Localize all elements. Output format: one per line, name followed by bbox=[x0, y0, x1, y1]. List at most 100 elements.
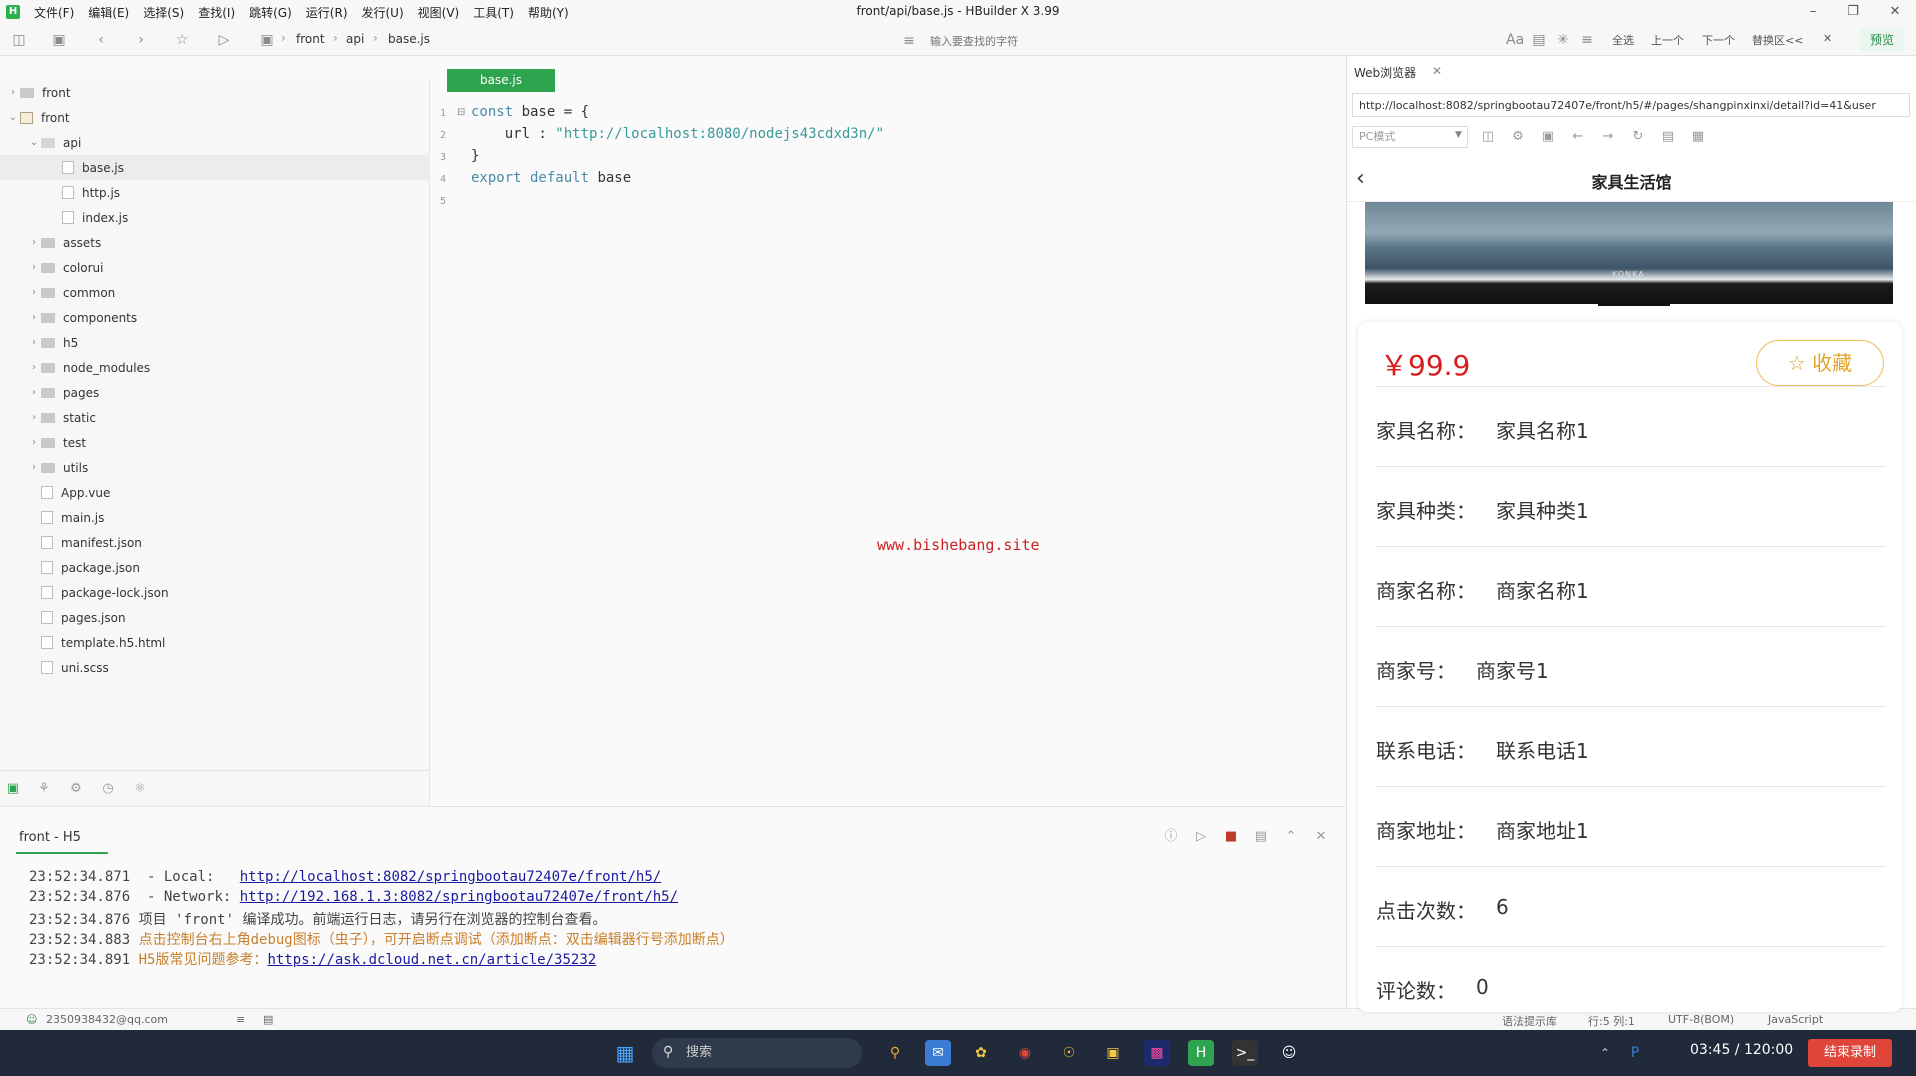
menu-item[interactable]: 编辑(E) bbox=[88, 4, 129, 21]
tree-item[interactable]: › h5 bbox=[0, 330, 430, 355]
taskbar-search[interactable]: 搜索 bbox=[652, 1038, 862, 1068]
tree-expand-icon[interactable]: › bbox=[27, 437, 41, 448]
match-case-icon[interactable]: Aa bbox=[1506, 31, 1524, 49]
tray-app-icon[interactable]: P bbox=[1622, 1040, 1648, 1066]
lock-icon[interactable]: ▤ bbox=[1659, 128, 1677, 146]
tree-item[interactable]: ⌄ api bbox=[0, 130, 430, 155]
tree-item[interactable]: › common bbox=[0, 280, 430, 305]
tree-item[interactable]: › test bbox=[0, 430, 430, 455]
chrome-icon[interactable]: ☉ bbox=[1056, 1040, 1082, 1066]
tree-item[interactable]: › pages bbox=[0, 380, 430, 405]
tree-expand-icon[interactable]: › bbox=[27, 337, 41, 348]
save-icon[interactable]: ▣ bbox=[50, 31, 68, 49]
stop-icon[interactable]: ■ bbox=[1222, 828, 1240, 846]
tree-item[interactable]: › static bbox=[0, 405, 430, 430]
chevron-down-icon[interactable]: ▼ bbox=[1455, 130, 1462, 140]
log-link[interactable]: https://ask.dcloud.net.cn/article/35232 bbox=[267, 952, 596, 968]
refresh-icon[interactable]: ↻ bbox=[1629, 128, 1647, 146]
debug-icon[interactable]: ⚙ bbox=[67, 780, 85, 798]
line-number[interactable]: 2 bbox=[440, 130, 446, 141]
tree-expand-icon[interactable]: › bbox=[6, 87, 20, 98]
editor-tab-base-js[interactable]: base.js bbox=[447, 69, 555, 92]
back-icon[interactable]: ← bbox=[1569, 128, 1587, 146]
list-view-icon[interactable]: ≡ bbox=[236, 1013, 245, 1026]
hbuilder-app-icon[interactable]: H bbox=[1188, 1040, 1214, 1066]
user-account[interactable]: 2350938432@qq.com bbox=[46, 1013, 168, 1026]
tree-item[interactable]: App.vue bbox=[0, 480, 430, 505]
line-number[interactable]: 4 bbox=[440, 174, 446, 185]
mode-select[interactable]: PC模式 bbox=[1352, 126, 1468, 148]
windows-start-icon[interactable]: ▦ bbox=[612, 1040, 638, 1066]
forward-icon[interactable]: → bbox=[1599, 128, 1617, 146]
code-line[interactable]: url : "http://localhost:8080/nodejs43cdx… bbox=[471, 126, 884, 148]
tree-expand-icon[interactable]: › bbox=[27, 412, 41, 423]
tree-item[interactable]: package.json bbox=[0, 555, 430, 580]
tree-expand-icon[interactable]: › bbox=[27, 262, 41, 273]
log-link[interactable]: http://192.168.1.3:8082/springbootau7240… bbox=[240, 889, 678, 905]
tree-item[interactable]: base.js bbox=[0, 155, 430, 180]
line-number[interactable]: 1 bbox=[440, 108, 446, 119]
fold-icon[interactable]: ⊟ bbox=[457, 107, 465, 118]
list-icon[interactable]: ≡ bbox=[1578, 31, 1596, 49]
forward-arrow-icon[interactable]: › bbox=[132, 31, 150, 49]
console-tab[interactable]: front - H5 bbox=[19, 830, 81, 845]
tree-item[interactable]: pages.json bbox=[0, 605, 430, 630]
tree-item[interactable]: › utils bbox=[0, 455, 430, 480]
tree-item[interactable]: uni.scss bbox=[0, 655, 430, 680]
info-icon[interactable]: ⓘ bbox=[1162, 828, 1180, 846]
line-number[interactable]: 5 bbox=[440, 196, 446, 207]
chevron-up-icon[interactable]: ⌃ bbox=[1282, 828, 1300, 846]
favorite-button[interactable]: ☆ 收藏 bbox=[1756, 340, 1884, 386]
plugin-icon[interactable]: ⚘ bbox=[35, 780, 53, 798]
whole-word-icon[interactable]: ▤ bbox=[1530, 31, 1548, 49]
run-icon[interactable]: ▷ bbox=[215, 31, 233, 49]
menu-item[interactable]: 文件(F) bbox=[34, 4, 74, 21]
menu-item[interactable]: 选择(S) bbox=[143, 4, 184, 21]
url-input[interactable] bbox=[1352, 93, 1910, 117]
find-input[interactable] bbox=[930, 32, 1330, 50]
stop-recording-button[interactable]: 结束录制 bbox=[1808, 1039, 1892, 1067]
mail-app-icon[interactable]: ✉ bbox=[925, 1040, 951, 1066]
code-line[interactable]: const base = { bbox=[471, 104, 589, 126]
tree-item[interactable]: http.js bbox=[0, 180, 430, 205]
file-explorer-icon[interactable]: ▣ bbox=[1100, 1040, 1126, 1066]
back-arrow-icon[interactable]: ‹ bbox=[92, 31, 110, 49]
tree-expand-icon[interactable]: ⌄ bbox=[6, 112, 20, 123]
user-icon[interactable]: ☺ bbox=[26, 1013, 37, 1026]
tree-expand-icon[interactable]: ⌄ bbox=[27, 137, 41, 148]
grid-icon[interactable]: ▦ bbox=[1689, 128, 1707, 146]
tree-item[interactable]: › node_modules bbox=[0, 355, 430, 380]
tree-item[interactable]: › assets bbox=[0, 230, 430, 255]
close-tab-icon[interactable]: ✕ bbox=[1432, 64, 1442, 78]
regex-icon[interactable]: ✳ bbox=[1554, 31, 1572, 49]
find-next-button[interactable]: 下一个 bbox=[1702, 32, 1735, 48]
code-editor[interactable] bbox=[431, 56, 1345, 806]
tree-item[interactable]: › colorui bbox=[0, 255, 430, 280]
code-line[interactable]: export default base bbox=[471, 170, 631, 192]
folder-icon[interactable]: ▣ bbox=[4, 780, 22, 798]
browser-app-icon[interactable]: ◉ bbox=[1012, 1040, 1038, 1066]
minimize-button[interactable]: – bbox=[1798, 2, 1828, 22]
tree-expand-icon[interactable]: › bbox=[27, 362, 41, 373]
tree-expand-icon[interactable]: › bbox=[27, 312, 41, 323]
replace-toggle-button[interactable]: 替换区<< bbox=[1752, 32, 1803, 48]
menu-item[interactable]: 查找(I) bbox=[198, 4, 235, 21]
menu-item[interactable]: 帮助(Y) bbox=[528, 4, 569, 21]
close-window-button[interactable]: ✕ bbox=[1880, 2, 1910, 22]
code-line[interactable]: } bbox=[471, 148, 479, 170]
ide-app-icon[interactable]: ▩ bbox=[1144, 1040, 1170, 1066]
breadcrumb-base-js[interactable]: base.js bbox=[388, 32, 430, 46]
terminal-app-icon[interactable]: >_ bbox=[1232, 1040, 1258, 1066]
breadcrumb-api[interactable]: api bbox=[346, 32, 364, 46]
tree-item[interactable]: › front bbox=[0, 80, 430, 105]
tree-item[interactable]: main.js bbox=[0, 505, 430, 530]
settings-icon[interactable]: ⚙ bbox=[1509, 128, 1527, 146]
tree-item[interactable]: › components bbox=[0, 305, 430, 330]
select-all-button[interactable]: 全选 bbox=[1612, 32, 1634, 48]
terminal-icon[interactable]: ▤ bbox=[263, 1013, 273, 1026]
log-link[interactable]: http://localhost:8082/springbootau72407e… bbox=[240, 869, 661, 885]
tree-item[interactable]: package-lock.json bbox=[0, 580, 430, 605]
screenshot-icon[interactable]: ▣ bbox=[1539, 128, 1557, 146]
tree-item[interactable]: template.h5.html bbox=[0, 630, 430, 655]
inspect-icon[interactable]: ◫ bbox=[1479, 128, 1497, 146]
